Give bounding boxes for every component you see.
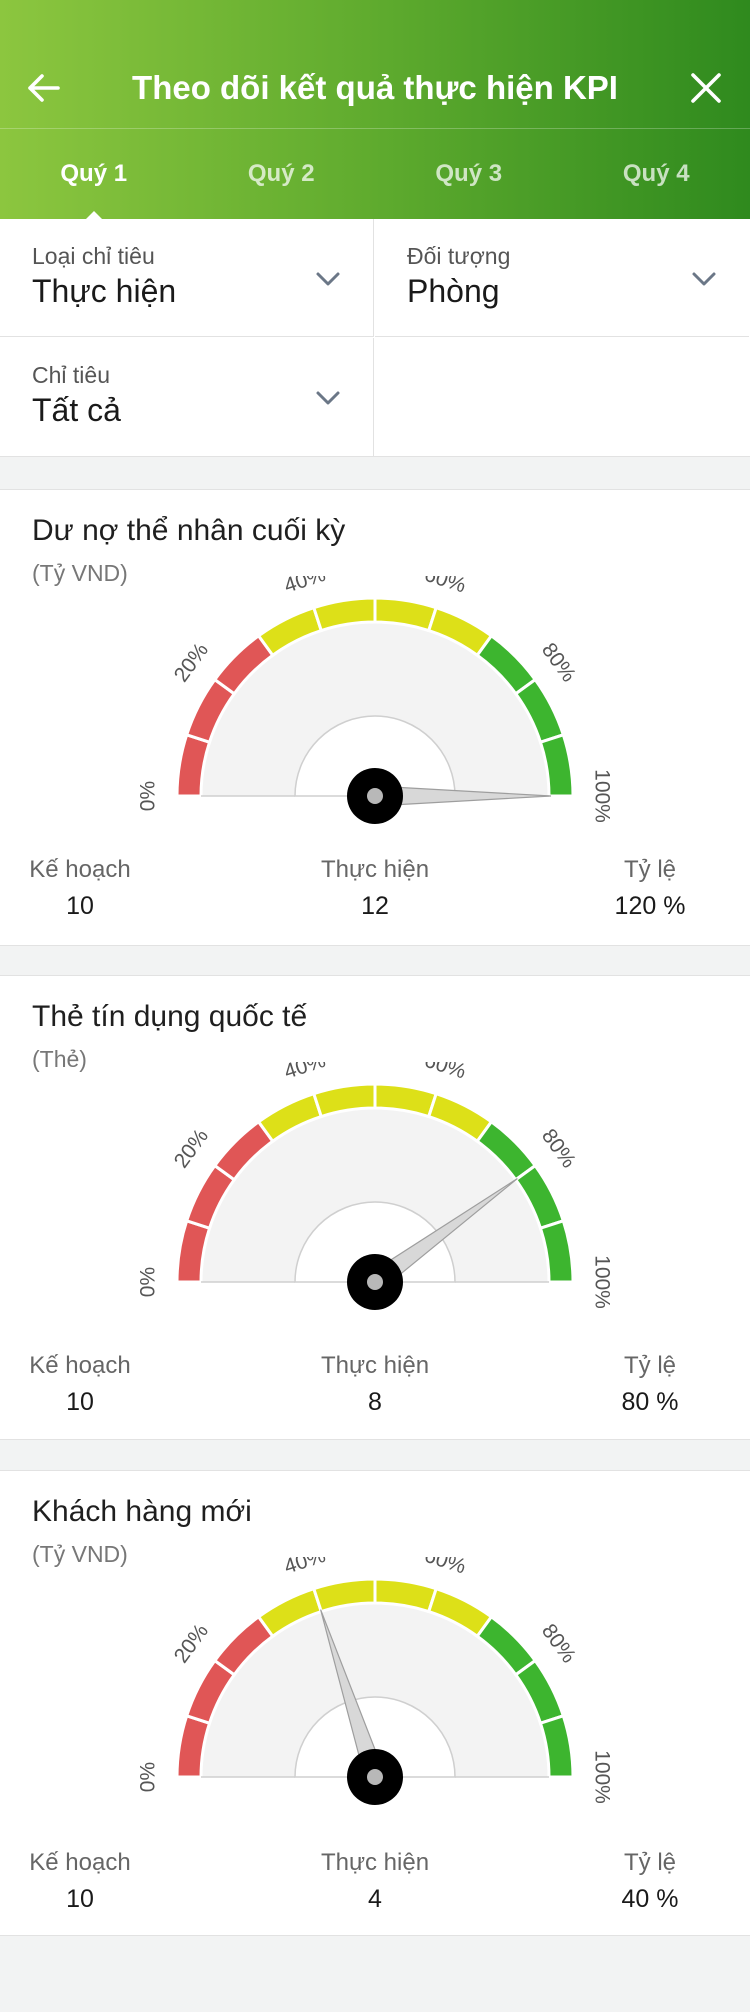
- tab-quarter-3[interactable]: Quý 3: [375, 129, 563, 219]
- ratio-stat: Tỷ lệ 120 %: [590, 856, 710, 921]
- kpi-card: Dư nợ thể nhân cuối kỳ (Tỷ VND) 0% 20% 40%…: [0, 489, 750, 946]
- gauge-tick-label: 60%: [422, 1557, 469, 1579]
- indicator-label: Chỉ tiêu: [32, 362, 110, 388]
- metric-type-value: Thực hiện: [32, 273, 177, 309]
- plan-value: 10: [66, 1885, 94, 1913]
- gauge-tick-label: 60%: [422, 1062, 469, 1084]
- back-button[interactable]: [18, 62, 70, 114]
- gauge-tick-label: 40%: [281, 576, 328, 598]
- plan-value: 10: [66, 892, 94, 920]
- actual-label: Thực hiện: [320, 856, 430, 883]
- actual-label: Thực hiện: [320, 1849, 430, 1876]
- gauge-tick-label: 0%: [137, 1762, 160, 1792]
- chevron-down-icon: [316, 391, 340, 405]
- ratio-value: 80 %: [621, 1388, 679, 1416]
- kpi-title: Khách hàng mới: [32, 1495, 252, 1528]
- plan-stat: Kế hoạch 10: [10, 1352, 150, 1417]
- metric-type-select[interactable]: Loại chỉ tiêu Thực hiện: [0, 219, 374, 337]
- arrow-left-icon: [28, 74, 60, 102]
- filter-panel: Loại chỉ tiêu Thực hiện Đối tượng Phòng …: [0, 219, 750, 457]
- metric-type-label: Loại chỉ tiêu: [32, 243, 155, 269]
- kpi-title: Dư nợ thể nhân cuối kỳ: [32, 514, 346, 547]
- kpi-gauge: 0% 20% 40% 60% 80% 100%: [137, 1557, 613, 1805]
- tab-quarter-1[interactable]: Quý 1: [0, 129, 188, 219]
- empty-filter-cell: [375, 338, 749, 456]
- tab-quarter-2[interactable]: Quý 2: [188, 129, 376, 219]
- chevron-down-icon: [692, 272, 716, 286]
- tab-quarter-4[interactable]: Quý 4: [563, 129, 750, 219]
- close-icon: [691, 73, 721, 103]
- gauge-tick-label: 80%: [537, 639, 580, 687]
- plan-stat: Kế hoạch 10: [10, 1849, 150, 1914]
- gauge-hub-center: [367, 788, 383, 804]
- gauge-tick-label: 20%: [170, 639, 213, 687]
- actual-value: 8: [368, 1388, 382, 1416]
- target-value: Phòng: [407, 273, 500, 309]
- ratio-label: Tỷ lệ: [623, 1849, 676, 1876]
- plan-value: 10: [66, 1388, 94, 1416]
- kpi-gauge: 0% 20% 40% 60% 80% 100%: [137, 576, 613, 824]
- quarter-tabs: Quý 1 Quý 2 Quý 3 Quý 4: [0, 129, 750, 219]
- gauge-tick-label: 80%: [537, 1620, 580, 1668]
- actual-stat: Thực hiện 8: [295, 1352, 455, 1417]
- kpi-unit: (Tỷ VND): [32, 560, 128, 586]
- plan-label: Kế hoạch: [29, 856, 131, 883]
- ratio-label: Tỷ lệ: [623, 1352, 676, 1379]
- ratio-stat: Tỷ lệ 40 %: [590, 1849, 710, 1914]
- gauge-tick-label: 60%: [422, 576, 469, 598]
- target-select[interactable]: Đối tượng Phòng: [375, 219, 749, 337]
- ratio-value: 120 %: [614, 892, 686, 920]
- kpi-unit: (Tỷ VND): [32, 1541, 128, 1567]
- actual-stat: Thực hiện 12: [295, 856, 455, 921]
- gauge-tick-label: 80%: [537, 1125, 580, 1173]
- gauge-tick-label: 40%: [281, 1062, 328, 1084]
- kpi-unit: (Thẻ): [32, 1046, 87, 1072]
- gauge-tick-label: 0%: [137, 1267, 160, 1297]
- ratio-stat: Tỷ lệ 80 %: [590, 1352, 710, 1417]
- top-bar: Theo dõi kết quả thực hiện KPI: [0, 0, 750, 128]
- actual-value: 4: [368, 1885, 382, 1913]
- kpi-gauge: 0% 20% 40% 60% 80% 100%: [137, 1062, 613, 1310]
- plan-label: Kế hoạch: [29, 1849, 131, 1876]
- page-title: Theo dõi kết quả thực hiện KPI: [132, 69, 618, 106]
- plan-stat: Kế hoạch 10: [10, 856, 150, 921]
- app-header: Theo dõi kết quả thực hiện KPI Quý 1 Quý…: [0, 0, 750, 219]
- gauge-tick-label: 100%: [590, 1750, 613, 1804]
- kpi-card: Khách hàng mới (Tỷ VND) 0% 20% 40% 60% 80% 10…: [0, 1470, 750, 1936]
- target-label: Đối tượng: [407, 243, 511, 269]
- ratio-value: 40 %: [621, 1885, 679, 1913]
- gauge-tick-label: 100%: [590, 1255, 613, 1309]
- indicator-select[interactable]: Chỉ tiêu Tất cả: [0, 338, 374, 456]
- actual-label: Thực hiện: [320, 1352, 430, 1379]
- plan-label: Kế hoạch: [29, 1352, 131, 1379]
- gauge-tick-label: 20%: [170, 1620, 213, 1668]
- close-button[interactable]: [680, 62, 732, 114]
- gauge-tick-label: 100%: [590, 769, 613, 823]
- indicator-value: Tất cả: [32, 392, 121, 428]
- actual-value: 12: [361, 892, 389, 920]
- gauge-tick-label: 20%: [170, 1125, 213, 1173]
- kpi-card: Thẻ tín dụng quốc tế (Thẻ) 0% 20% 40% 60% 80…: [0, 975, 750, 1440]
- kpi-title: Thẻ tín dụng quốc tế: [32, 1000, 308, 1033]
- gauge-hub-center: [367, 1274, 383, 1290]
- actual-stat: Thực hiện 4: [295, 1849, 455, 1914]
- gauge-hub-center: [367, 1769, 383, 1785]
- chevron-down-icon: [316, 272, 340, 286]
- gauge-tick-label: 40%: [281, 1557, 328, 1579]
- ratio-label: Tỷ lệ: [623, 856, 676, 883]
- gauge-tick-label: 0%: [137, 781, 160, 811]
